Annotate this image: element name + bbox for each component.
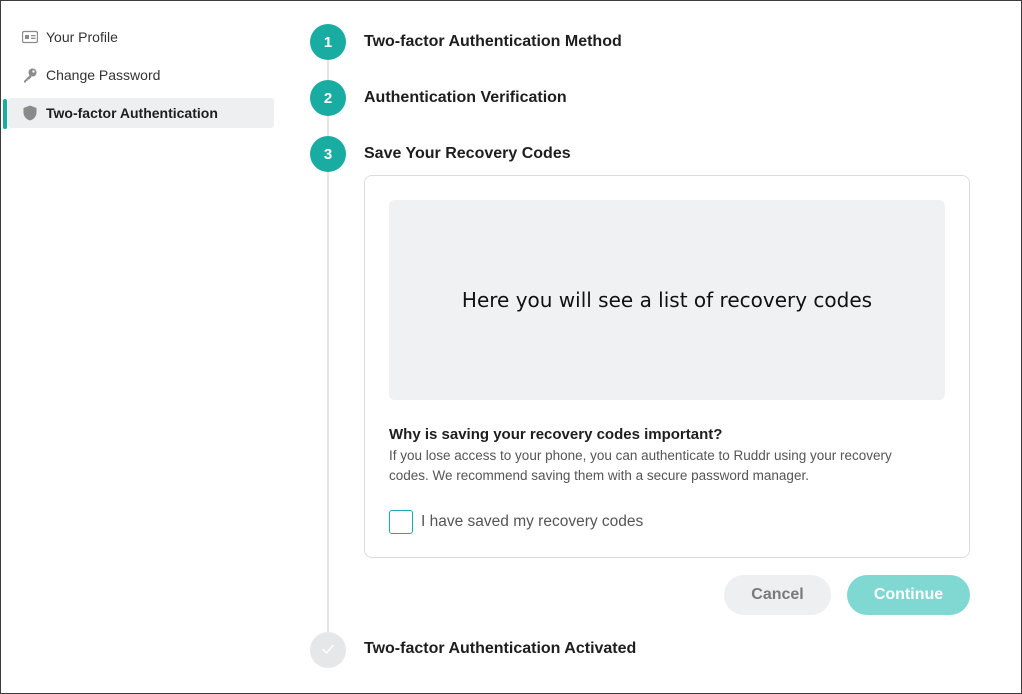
sidebar-item-two-factor-authentication[interactable]: Two-factor Authentication <box>8 98 274 128</box>
step-number-badge: 3 <box>310 136 346 172</box>
step-title: Two-factor Authentication Method <box>364 33 622 50</box>
step-complete-badge <box>310 632 346 668</box>
recovery-why-heading: Why is saving your recovery codes import… <box>389 426 723 443</box>
active-indicator <box>3 99 7 129</box>
step-title: Authentication Verification <box>364 89 567 106</box>
sidebar-item-label: Your Profile <box>46 29 118 45</box>
sidebar-item-your-profile[interactable]: Your Profile <box>8 22 274 52</box>
id-card-icon <box>22 29 38 45</box>
shield-icon <box>22 105 38 121</box>
recovery-codes-list: Here you will see a list of recovery cod… <box>389 200 945 400</box>
recovery-codes-placeholder: Here you will see a list of recovery cod… <box>461 288 873 312</box>
check-icon <box>321 642 335 659</box>
sidebar-item-label: Change Password <box>46 67 161 83</box>
recovery-why-description: If you lose access to your phone, you ca… <box>389 448 892 483</box>
step-number-badge: 1 <box>310 24 346 60</box>
step-number-badge: 2 <box>310 80 346 116</box>
saved-codes-checkbox-row[interactable]: I have saved my recovery codes <box>389 510 643 534</box>
step-title: Save Your Recovery Codes <box>364 145 571 162</box>
settings-sidebar: Your Profile Change Password Two-factor … <box>0 0 280 694</box>
sidebar-item-change-password[interactable]: Change Password <box>8 60 274 90</box>
saved-codes-checkbox[interactable] <box>389 510 413 534</box>
step-title: Two-factor Authentication Activated <box>364 640 637 657</box>
sidebar-item-label: Two-factor Authentication <box>46 105 218 121</box>
saved-codes-checkbox-label[interactable]: I have saved my recovery codes <box>421 513 643 531</box>
recovery-codes-card: Here you will see a list of recovery cod… <box>364 175 970 558</box>
key-icon <box>22 67 38 83</box>
cancel-button[interactable]: Cancel <box>724 575 831 615</box>
continue-button[interactable]: Continue <box>847 575 970 615</box>
